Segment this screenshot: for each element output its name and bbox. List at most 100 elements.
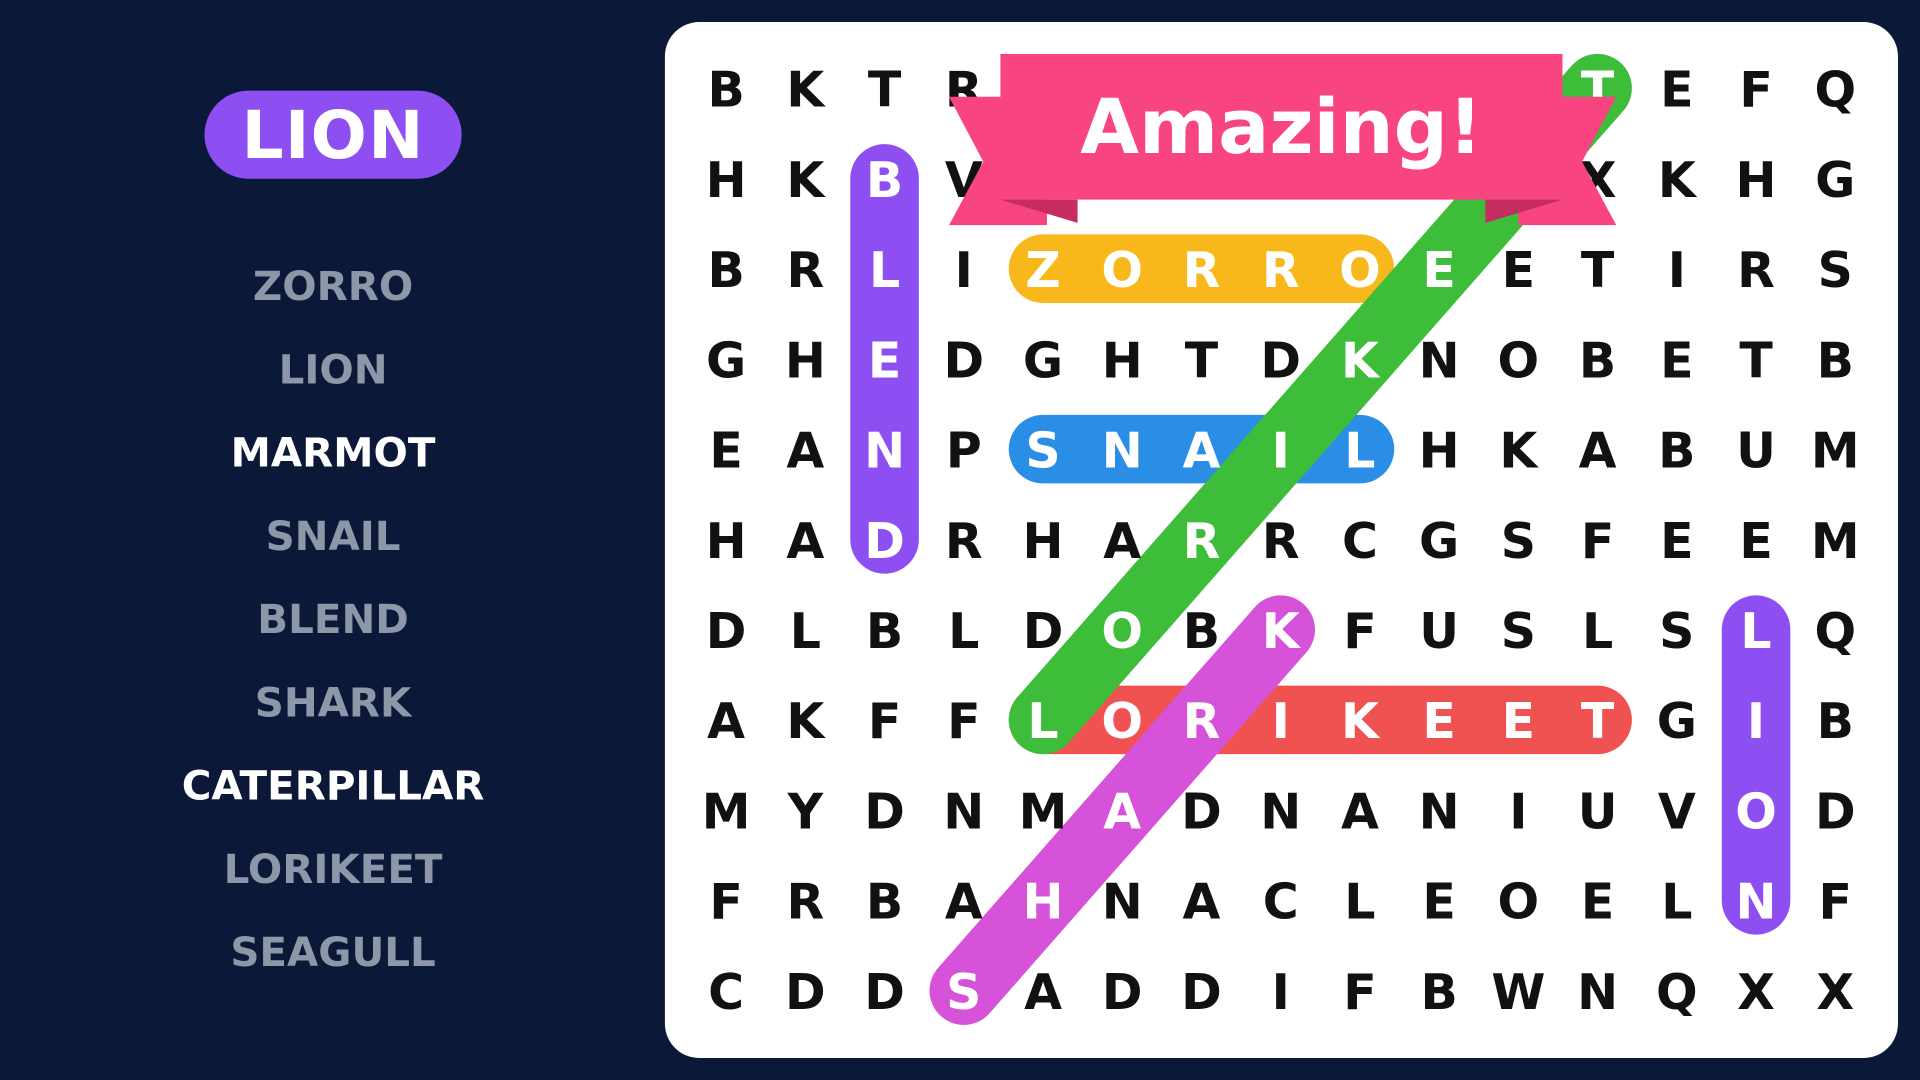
grid-letter[interactable]: H [785,332,826,389]
grid-letter[interactable]: Q [1814,603,1856,660]
grid-letter[interactable]: R [1262,513,1300,570]
grid-letter[interactable]: N [1260,783,1301,840]
grid-letter[interactable]: H [706,152,747,209]
grid-letter[interactable]: F [1343,964,1376,1021]
grid-letter[interactable]: H [1023,874,1064,931]
grid-letter[interactable]: B [1817,332,1854,389]
grid-letter[interactable]: N [1419,332,1460,389]
grid-letter[interactable]: X [1816,964,1854,1021]
grid-letter[interactable]: N [1102,874,1143,931]
grid-letter[interactable]: R [945,513,983,570]
grid-letter[interactable]: E [1422,874,1455,931]
grid-letter[interactable]: S [1818,242,1853,299]
grid-letter[interactable]: U [1736,423,1776,480]
grid-letter[interactable]: S [1501,513,1536,570]
grid-letter[interactable]: L [1344,874,1375,931]
grid-letter[interactable]: T [868,62,902,119]
grid-letter[interactable]: E [1660,513,1693,570]
grid-letter[interactable]: O [1339,242,1381,299]
grid-letter[interactable]: K [786,152,826,209]
grid-letter[interactable]: E [1660,62,1693,119]
grid-letter[interactable]: E [1502,242,1535,299]
grid-letter[interactable]: D [864,783,905,840]
grid-letter[interactable]: B [866,603,903,660]
grid-letter[interactable]: R [786,874,824,931]
grid-letter[interactable]: D [1102,964,1143,1021]
grid-letter[interactable]: L [1740,603,1771,660]
grid-letter[interactable]: F [947,693,980,750]
grid-letter[interactable]: A [786,513,824,570]
grid-letter[interactable]: K [786,62,826,119]
grid-letter[interactable]: L [948,603,979,660]
grid-letter[interactable]: V [1658,783,1696,840]
grid-letter[interactable]: B [866,152,903,209]
grid-letter[interactable]: L [1344,423,1375,480]
grid-letter[interactable]: D [1260,332,1301,389]
grid-letter[interactable]: A [1024,964,1062,1021]
grid-letter[interactable]: B [1183,603,1220,660]
grid-letter[interactable]: I [1272,964,1290,1021]
grid-letter[interactable]: F [1739,62,1772,119]
grid-letter[interactable]: B [1420,964,1457,1021]
grid-letter[interactable]: E [1502,693,1535,750]
grid-letter[interactable]: G [1419,513,1459,570]
grid-letter[interactable]: K [786,693,826,750]
grid-letter[interactable]: F [868,693,901,750]
grid-letter[interactable]: A [786,423,824,480]
grid-letter[interactable]: L [1582,603,1613,660]
grid-letter[interactable]: D [1023,603,1064,660]
grid-letter[interactable]: A [707,693,745,750]
grid-letter[interactable]: R [1262,242,1300,299]
grid-letter[interactable]: K [1341,693,1381,750]
grid-letter[interactable]: A [1183,423,1221,480]
grid-letter[interactable]: G [1657,693,1697,750]
grid-letter[interactable]: R [786,242,824,299]
grid-letter[interactable]: E [868,332,901,389]
grid-letter[interactable]: B [1658,423,1695,480]
grid-letter[interactable]: L [1027,693,1058,750]
grid-letter[interactable]: D [864,513,905,570]
grid-letter[interactable]: E [1739,513,1772,570]
grid-letter[interactable]: D [706,603,747,660]
grid-letter[interactable]: T [1739,332,1773,389]
grid-letter[interactable]: O [1101,603,1143,660]
grid-letter[interactable]: L [790,603,821,660]
grid-letter[interactable]: R [1183,693,1221,750]
grid-letter[interactable]: I [1272,423,1290,480]
grid-letter[interactable]: I [1272,693,1290,750]
grid-letter[interactable]: K [1658,152,1698,209]
grid-letter[interactable]: F [1819,874,1852,931]
grid-letter[interactable]: N [1102,423,1143,480]
grid-letter[interactable]: M [702,783,751,840]
grid-letter[interactable]: Q [1656,964,1698,1021]
grid-letter[interactable]: K [1262,603,1302,660]
grid-letter[interactable]: D [1181,964,1222,1021]
grid-letter[interactable]: L [1661,874,1692,931]
grid-letter[interactable]: A [1103,783,1141,840]
grid-letter[interactable]: H [1419,423,1460,480]
grid-letter[interactable]: A [1341,783,1379,840]
grid-letter[interactable]: O [1498,874,1540,931]
grid-letter[interactable]: E [1422,693,1455,750]
grid-letter[interactable]: O [1101,693,1143,750]
grid-letter[interactable]: E [1581,874,1614,931]
grid-letter[interactable]: I [955,242,973,299]
grid-letter[interactable]: M [1811,423,1860,480]
grid-letter[interactable]: O [1101,242,1143,299]
grid-letter[interactable]: S [1501,603,1536,660]
grid-letter[interactable]: F [1343,603,1376,660]
grid-letter[interactable]: B [707,242,744,299]
grid-letter[interactable]: D [1181,783,1222,840]
grid-letter[interactable]: T [1581,693,1615,750]
grid-letter[interactable]: B [1817,693,1854,750]
grid-letter[interactable]: N [1419,783,1460,840]
grid-letter[interactable]: G [1815,152,1855,209]
grid-letter[interactable]: D [864,964,905,1021]
grid-letter[interactable]: Z [1025,242,1061,299]
grid-letter[interactable]: R [1183,513,1221,570]
grid-letter[interactable]: X [1737,964,1775,1021]
grid-letter[interactable]: E [1422,242,1455,299]
grid-letter[interactable]: A [945,874,983,931]
grid-letter[interactable]: E [1660,332,1693,389]
grid-letter[interactable]: S [946,964,981,1021]
